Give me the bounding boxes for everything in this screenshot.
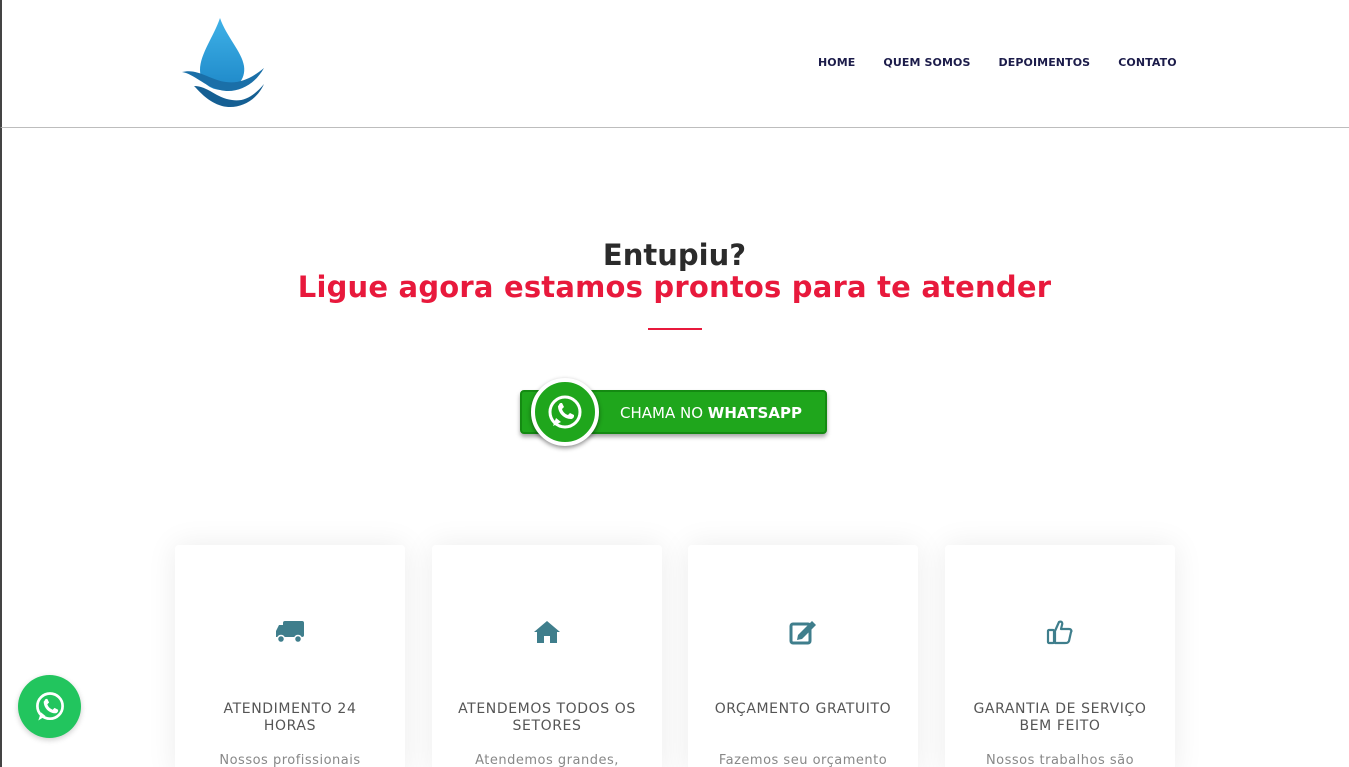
- thumbs-up-icon: [1046, 620, 1073, 645]
- truck-icon: [276, 621, 304, 644]
- feature-text: Fazemos seu orçamento: [718, 753, 888, 767]
- whatsapp-button-label: CHAMA NO WHATSAPP: [620, 404, 802, 422]
- whatsapp-icon: [35, 691, 64, 720]
- feature-text: Atendemos grandes,: [475, 753, 619, 767]
- feature-title: GARANTIA DE SERVIÇO BEM FEITO: [973, 701, 1147, 734]
- feature-card-garantia: GARANTIA DE SERVIÇO BEM FEITO Nossos tra…: [945, 545, 1175, 767]
- hero-subtitle: Ligue agora estamos prontos para te aten…: [297, 270, 1052, 304]
- feature-text: Nossos profissionais: [219, 753, 361, 767]
- water-drop-logo[interactable]: [180, 16, 266, 108]
- site-header: HOME QUEM SOMOS DEPOIMENTOS CONTATO: [0, 0, 1349, 128]
- hero-title: Entupiu?: [602, 238, 747, 272]
- whatsapp-icon[interactable]: [531, 378, 599, 446]
- feature-title: ATENDEMOS TODOS OS SETORES: [458, 701, 636, 734]
- feature-text: Nossos trabalhos são: [985, 753, 1135, 767]
- feature-card-setores: ATENDEMOS TODOS OS SETORES Atendemos gra…: [432, 545, 662, 767]
- feature-card-orcamento: ORÇAMENTO GRATUITO Fazemos seu orçamento: [688, 545, 918, 767]
- page-left-border: [0, 128, 2, 767]
- home-icon: [534, 621, 560, 643]
- hero-divider: [648, 328, 702, 330]
- nav-quem-somos-link[interactable]: QUEM SOMOS: [883, 56, 970, 69]
- edit-icon: [789, 621, 816, 645]
- nav-contato-link[interactable]: CONTATO: [1118, 56, 1177, 69]
- feature-title: ATENDIMENTO 24 HORAS: [223, 701, 357, 734]
- feature-title: ORÇAMENTO GRATUITO: [714, 701, 892, 717]
- main-nav: HOME QUEM SOMOS DEPOIMENTOS CONTATO: [818, 56, 1205, 69]
- nav-depoimentos-link[interactable]: DEPOIMENTOS: [999, 56, 1091, 69]
- feature-card-24h: ATENDIMENTO 24 HORAS Nossos profissionai…: [175, 545, 405, 767]
- nav-home-link[interactable]: HOME: [818, 56, 855, 69]
- floating-whatsapp-button[interactable]: [18, 675, 81, 738]
